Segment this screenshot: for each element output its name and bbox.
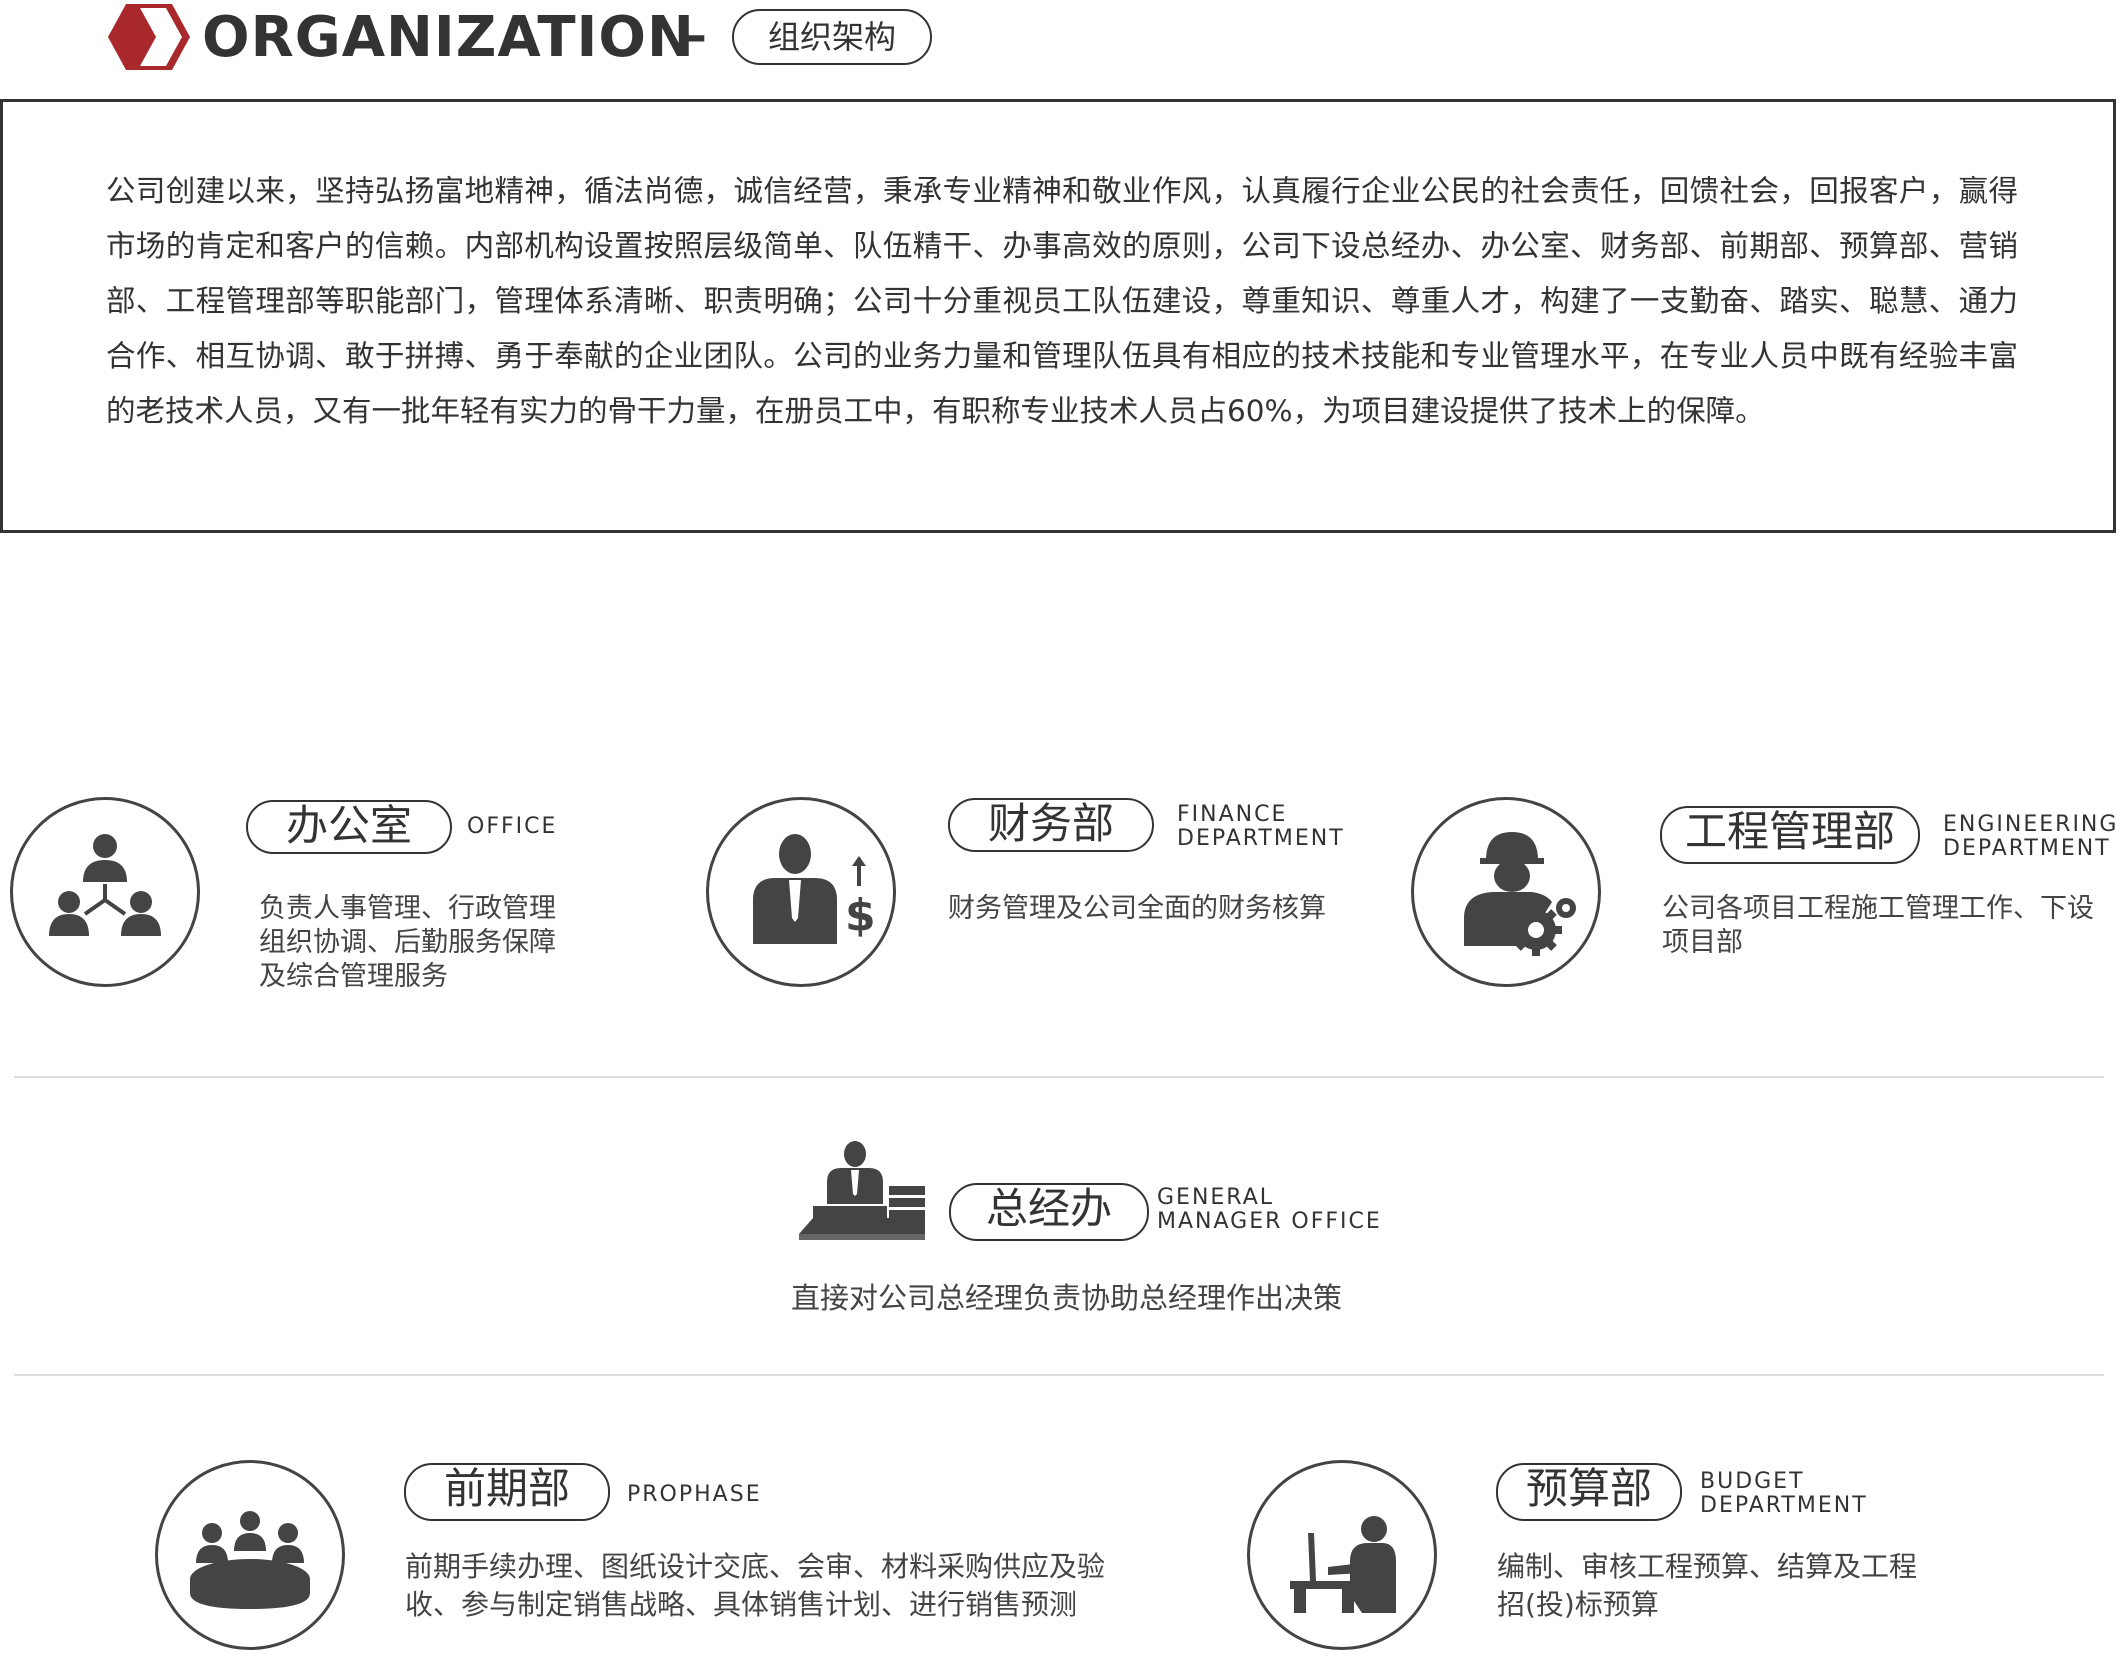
intro-paragraph: 公司创建以来，坚持弘扬富地精神，循法尚德，诚信经营，秉承专业精神和敬业作风，认真… [106, 174, 2018, 428]
engineering-desc-1: 公司各项目工程施工管理工作、下设 [1662, 893, 2094, 924]
office-en: OFFICE [467, 814, 558, 839]
budget-en-2: DEPARTMENT [1700, 1493, 1868, 1518]
budget-en-1: BUDGET [1700, 1469, 1805, 1494]
budget-name: 预算部 [1496, 1463, 1682, 1521]
section-divider [14, 1076, 2104, 1078]
office-desc-1: 负责人事管理、行政管理 [259, 893, 556, 924]
team-hierarchy-icon [49, 834, 161, 936]
budget-desc-1: 编制、审核工程预算、结算及工程 [1497, 1550, 1918, 1583]
meeting-table-icon [190, 1511, 310, 1609]
general-en-2: MANAGER OFFICE [1157, 1209, 1382, 1234]
budget-icon-circle [1247, 1460, 1437, 1650]
budget-desc-2: 招(投)标预算 [1497, 1588, 1659, 1621]
prophase-desc-2: 收、参与制定销售战略、具体销售计划、进行销售预测 [405, 1588, 1078, 1621]
prophase-name: 前期部 [404, 1463, 610, 1521]
businessman-dollar-icon: $ [753, 834, 876, 944]
prophase-en: PROPHASE [627, 1482, 762, 1507]
computer-user-icon [1290, 1516, 1396, 1613]
general-name: 总经办 [949, 1183, 1149, 1241]
page-title: ORGANIZATION [202, 5, 695, 70]
title-dash: – [682, 6, 707, 64]
manager-desk-icon [799, 1141, 925, 1240]
page-subtitle: 组织架构 [732, 9, 932, 65]
svg-text:$: $ [845, 890, 876, 941]
office-name: 办公室 [246, 800, 452, 854]
finance-name: 财务部 [948, 798, 1154, 852]
engineering-name: 工程管理部 [1660, 806, 1920, 864]
engineering-en-2: DEPARTMENT [1943, 836, 2111, 861]
general-en-1: GENERAL [1157, 1185, 1275, 1210]
office-icon-circle [10, 797, 200, 987]
office-desc-3: 及综合管理服务 [259, 961, 448, 992]
general-icon [797, 1138, 929, 1244]
finance-desc-1: 财务管理及公司全面的财务核算 [948, 893, 1326, 924]
engineering-desc-2: 项目部 [1662, 927, 1743, 958]
engineering-en-1: ENGINEERING [1943, 812, 2117, 837]
finance-en-1: FINANCE [1177, 802, 1288, 827]
engineering-icon-circle [1411, 797, 1601, 987]
prophase-desc-1: 前期手续办理、图纸设计交底、会审、材料采购供应及验 [405, 1550, 1106, 1583]
section-divider-2 [14, 1374, 2104, 1376]
prophase-icon-circle [155, 1460, 345, 1650]
finance-en-2: DEPARTMENT [1177, 826, 1345, 851]
general-desc-1: 直接对公司总经理负责协助总经理作出决策 [791, 1281, 1343, 1315]
finance-icon-circle: $ [706, 797, 896, 987]
office-desc-2: 组织协调、后勤服务保障 [259, 927, 556, 958]
logo-hexagon-icon [106, 2, 192, 72]
worker-gear-icon [1464, 832, 1576, 956]
